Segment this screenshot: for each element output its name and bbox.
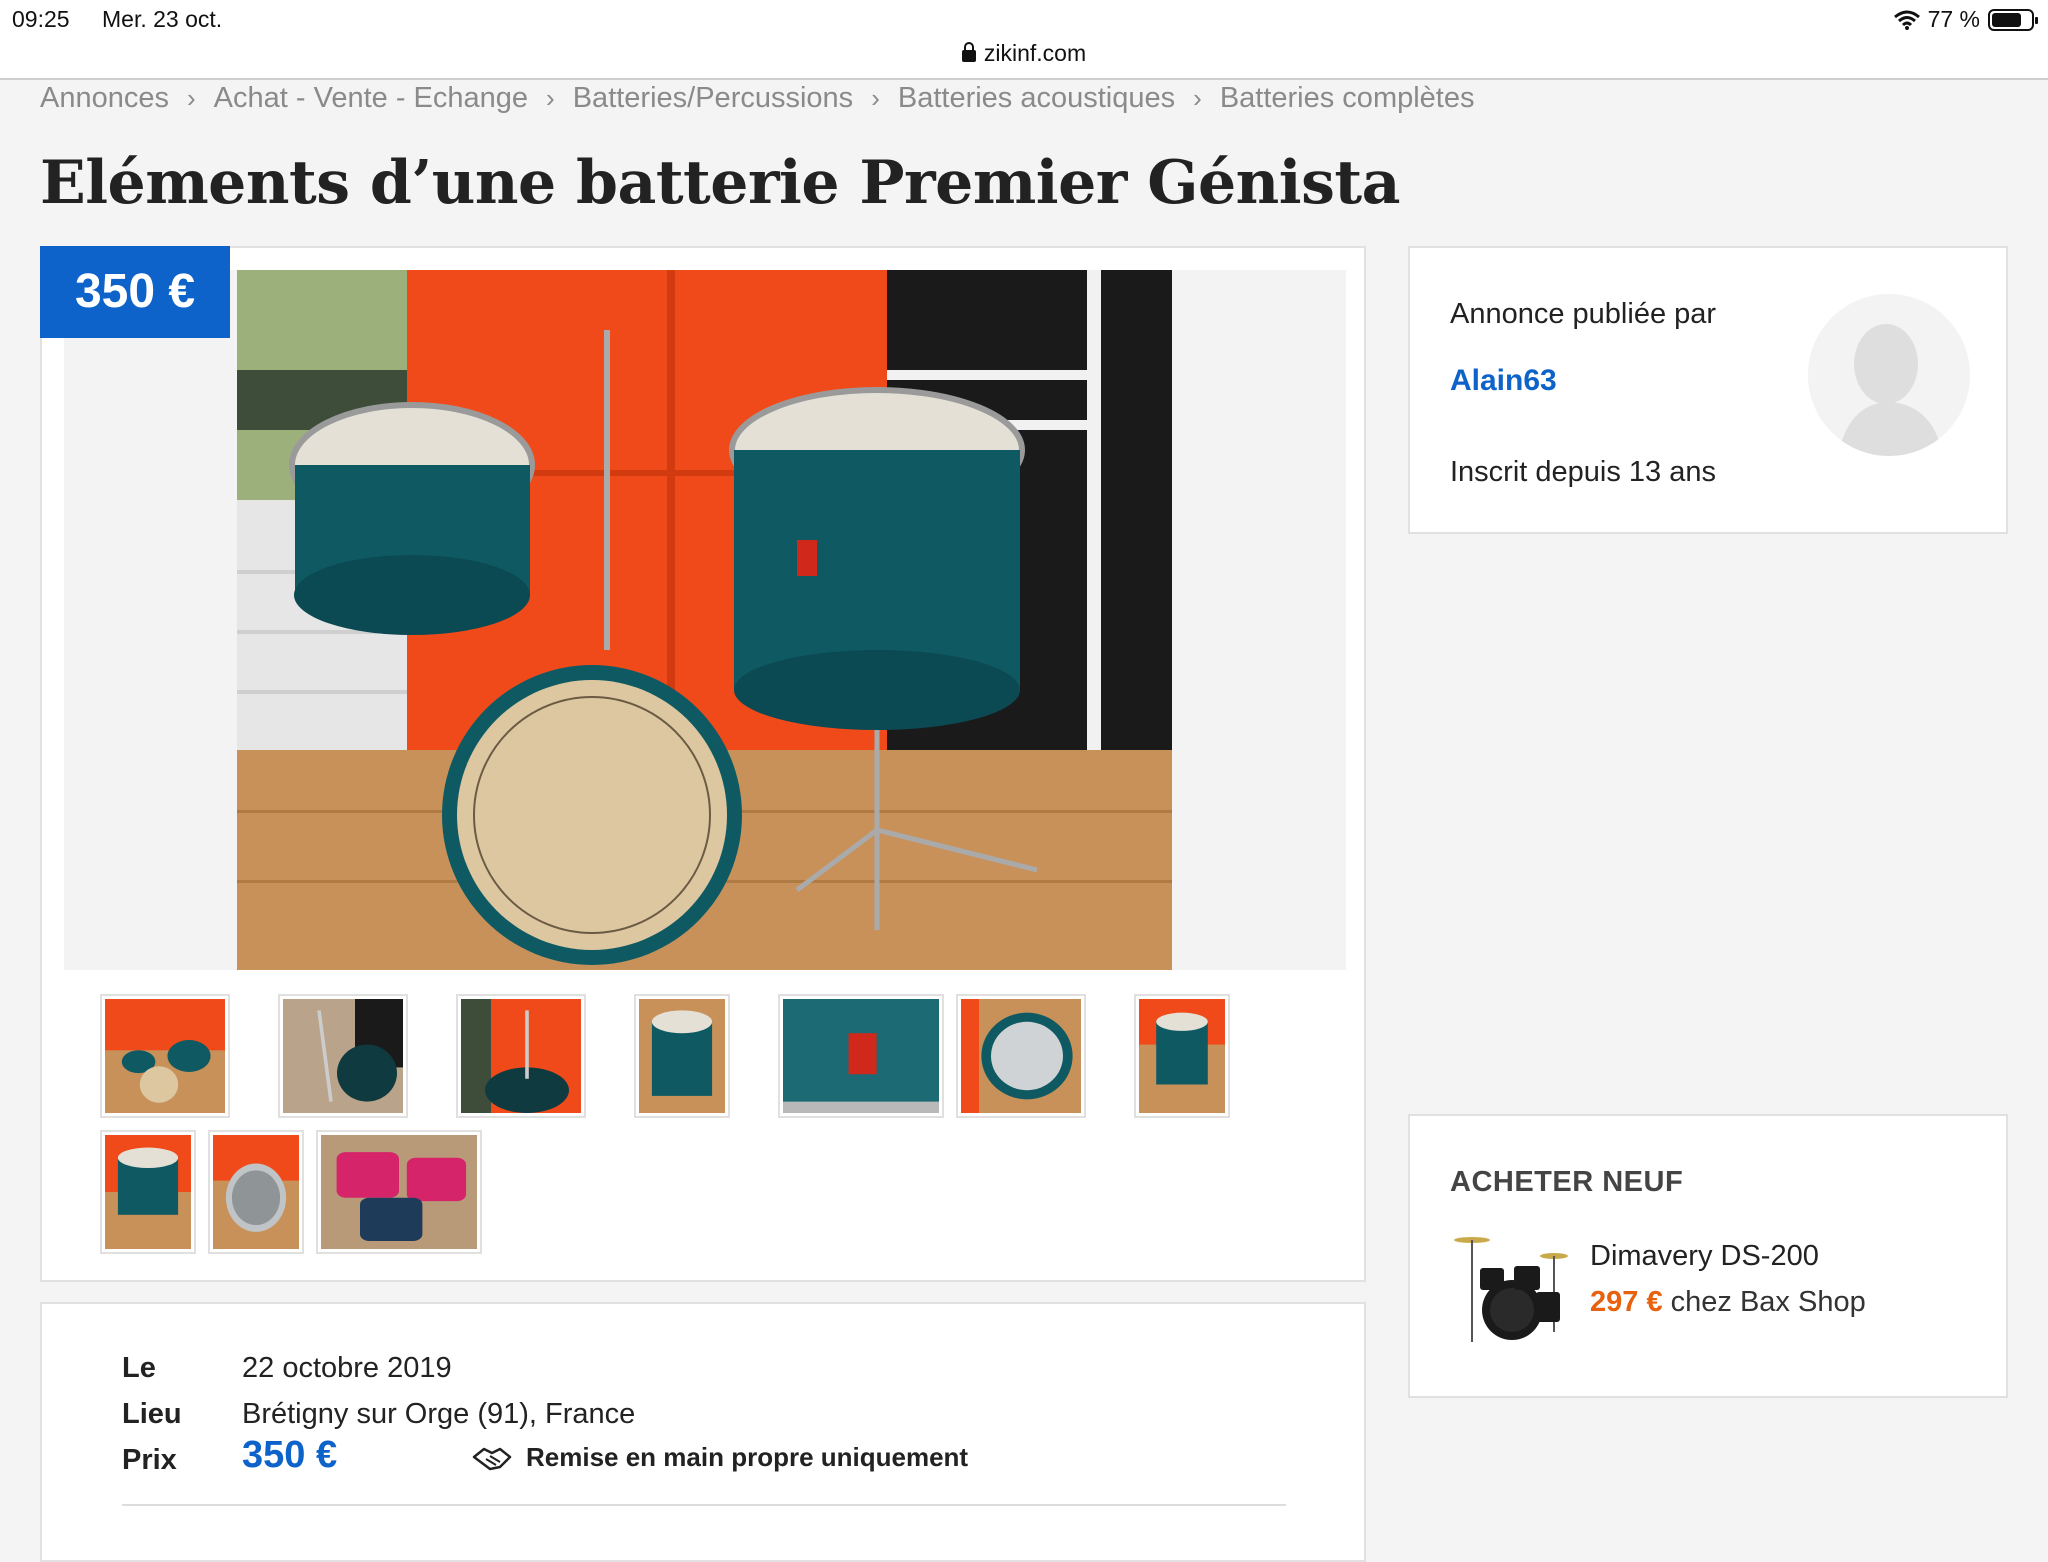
product-price: 297 € xyxy=(1590,1286,1663,1318)
breadcrumb-item[interactable]: Achat - Vente - Echange xyxy=(214,82,528,115)
breadcrumb-item[interactable]: Batteries acoustiques xyxy=(898,82,1175,115)
status-time: 09:25 xyxy=(12,6,70,32)
main-photo-frame xyxy=(64,270,1346,970)
url-display[interactable]: zikinf.com xyxy=(961,40,1087,66)
seller-published-label: Annonce publiée par xyxy=(1450,298,1717,330)
thumbnail[interactable] xyxy=(956,994,1086,1118)
chevron-right-icon: › xyxy=(187,82,196,113)
status-date: Mer. 23 oct. xyxy=(102,6,223,32)
thumbnail[interactable] xyxy=(208,1130,304,1254)
divider xyxy=(122,1504,1286,1506)
price-badge: 350 € xyxy=(40,246,230,338)
thumbnail[interactable] xyxy=(634,994,730,1118)
page-title: Eléments d’une batterie Premier Génista xyxy=(40,148,1400,218)
seller-name-link[interactable]: Alain63 xyxy=(1450,364,1557,398)
product-price-line: 297 € chez Bax Shop xyxy=(1590,1286,1866,1319)
main-photo[interactable] xyxy=(237,270,1172,970)
detail-label: Lieu xyxy=(122,1398,182,1430)
breadcrumb-item[interactable]: Batteries complètes xyxy=(1220,82,1475,115)
listing-details: Le 22 octobre 2019 Lieu Brétigny sur Org… xyxy=(40,1302,1366,1562)
detail-value: Brétigny sur Orge (91), France xyxy=(242,1398,636,1430)
product-name-link[interactable]: Dimavery DS-200 xyxy=(1590,1240,1819,1273)
status-bar: 09:25 Mer. 23 oct. 77 % xyxy=(0,0,2048,40)
product-image[interactable] xyxy=(1450,1232,1572,1354)
buy-new-card: ACHETER NEUF Dimavery DS-200 297 € chez … xyxy=(1408,1114,2008,1398)
url-text: zikinf.com xyxy=(983,40,1087,66)
battery-fill xyxy=(1992,12,2021,27)
handshake-icon xyxy=(472,1447,512,1470)
thumbnail[interactable] xyxy=(316,1130,482,1254)
buy-new-heading: ACHETER NEUF xyxy=(1450,1166,1684,1198)
breadcrumb: Annonces › Achat - Vente - Echange › Bat… xyxy=(40,78,1474,118)
battery-icon xyxy=(1988,8,2038,31)
user-silhouette-icon xyxy=(1808,294,1970,456)
product-shop: chez Bax Shop xyxy=(1670,1286,1866,1318)
photo-gallery xyxy=(40,246,1366,1282)
thumbnail[interactable] xyxy=(456,994,586,1118)
chevron-right-icon: › xyxy=(871,82,880,113)
thumbnail[interactable] xyxy=(100,994,230,1118)
detail-price: 350 € xyxy=(242,1434,338,1476)
status-right: 77 % xyxy=(1893,6,2038,33)
lock-icon xyxy=(961,42,976,62)
handover-text: Remise en main propre uniquement xyxy=(526,1442,969,1472)
seller-card: Annonce publiée par Alain63 Inscrit depu… xyxy=(1408,246,2008,534)
thumbnail[interactable] xyxy=(1134,994,1230,1118)
battery-percent: 77 % xyxy=(1927,6,1980,32)
breadcrumb-item[interactable]: Annonces xyxy=(40,82,169,115)
wifi-icon xyxy=(1893,10,1920,30)
thumbnail[interactable] xyxy=(778,994,944,1118)
breadcrumb-item[interactable]: Batteries/Percussions xyxy=(573,82,853,115)
chevron-right-icon: › xyxy=(546,82,555,113)
thumbnail[interactable] xyxy=(278,994,408,1118)
avatar[interactable] xyxy=(1808,294,1970,456)
detail-label: Prix xyxy=(122,1444,177,1476)
detail-value: 22 octobre 2019 xyxy=(242,1352,452,1384)
handover-note: Remise en main propre uniquement xyxy=(472,1442,968,1473)
thumbnail[interactable] xyxy=(100,1130,196,1254)
chevron-right-icon: › xyxy=(1193,82,1202,113)
address-bar[interactable]: zikinf.com xyxy=(0,40,2048,80)
seller-member-since: Inscrit depuis 13 ans xyxy=(1450,456,1716,488)
detail-label: Le xyxy=(122,1352,156,1384)
